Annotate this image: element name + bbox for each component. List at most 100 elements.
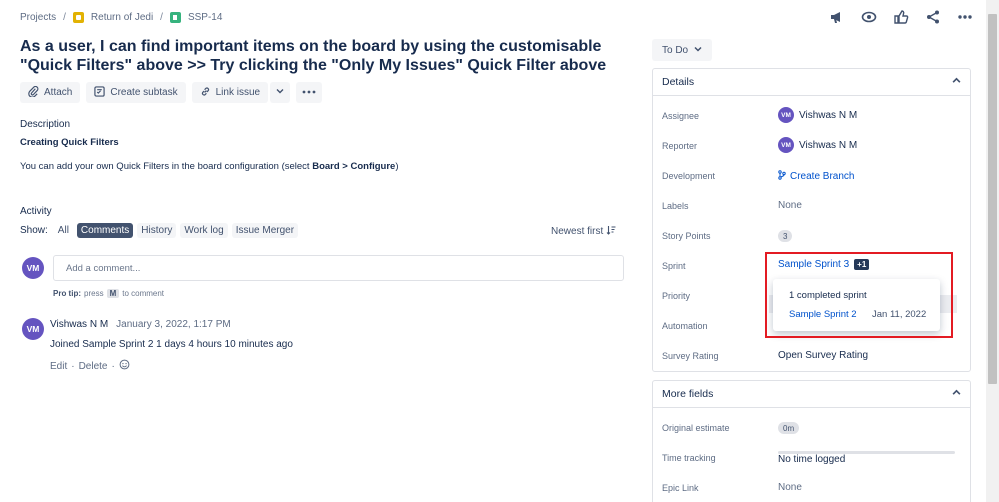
annotation-highlight-box bbox=[765, 252, 953, 338]
sort-descending-icon bbox=[606, 225, 616, 238]
description-text-suffix: ) bbox=[395, 161, 399, 172]
chevron-down-icon bbox=[276, 87, 284, 98]
link-issue-dropdown[interactable] bbox=[270, 82, 291, 103]
description-heading: Creating Quick Filters bbox=[20, 137, 119, 148]
more-fields-title: More fields bbox=[662, 388, 714, 400]
reporter-value[interactable]: VM Vishwas N M bbox=[778, 137, 857, 153]
scrollbar-thumb[interactable] bbox=[988, 14, 997, 384]
details-title: Details bbox=[662, 76, 695, 88]
separator-dot: · bbox=[71, 360, 75, 372]
epic-link-label: Epic Link bbox=[662, 483, 699, 493]
add-comment-input[interactable]: Add a comment... bbox=[53, 255, 624, 281]
share-icon[interactable] bbox=[925, 9, 941, 25]
assignee-value[interactable]: VM Vishwas N M bbox=[778, 107, 857, 123]
details-panel-header[interactable]: Details bbox=[653, 69, 970, 96]
description-label: Description bbox=[20, 119, 71, 130]
branch-icon bbox=[778, 170, 786, 183]
pro-tip: Pro tip: press M to comment bbox=[53, 289, 164, 298]
create-subtask-label: Create subtask bbox=[110, 87, 178, 98]
reporter-name: Vishwas N M bbox=[799, 139, 858, 151]
attach-button[interactable]: Attach bbox=[20, 82, 81, 103]
reaction-emoji-icon[interactable] bbox=[119, 359, 130, 373]
entry-body: Joined Sample Sprint 2 1 days 4 hours 10… bbox=[50, 339, 293, 350]
project-avatar-icon bbox=[72, 12, 84, 23]
activity-show-label: Show: bbox=[20, 225, 48, 236]
issue-actions bbox=[829, 9, 973, 25]
status-label: To Do bbox=[662, 44, 689, 56]
pro-tip-suffix: to comment bbox=[122, 289, 165, 298]
separator-dot: · bbox=[111, 360, 115, 372]
avatar: VM bbox=[22, 257, 44, 279]
watch-eye-icon[interactable] bbox=[861, 9, 877, 25]
megaphone-icon[interactable] bbox=[829, 9, 845, 25]
assignee-name: Vishwas N M bbox=[799, 109, 858, 121]
time-tracking-value[interactable]: No time logged bbox=[778, 454, 845, 465]
story-points-value[interactable]: 3 bbox=[778, 230, 793, 242]
sort-order-label: Newest first bbox=[551, 226, 604, 237]
activity-tab-history[interactable]: History bbox=[137, 223, 177, 238]
avatar: VM bbox=[778, 107, 794, 123]
breadcrumb-issue-key[interactable]: SSP-14 bbox=[188, 12, 222, 23]
activity-tab-comments[interactable]: Comments bbox=[76, 223, 134, 238]
breadcrumb: Projects / Return of Jedi / SSP-14 bbox=[20, 12, 222, 23]
original-estimate-badge: 0m bbox=[778, 422, 800, 434]
thumbs-up-icon[interactable] bbox=[893, 9, 909, 25]
pro-tip-press: press bbox=[84, 289, 104, 298]
time-tracking-label: Time tracking bbox=[662, 453, 716, 463]
link-issue-button[interactable]: Link issue bbox=[191, 82, 269, 103]
description-board: Board bbox=[312, 161, 340, 172]
breadcrumb-separator: / bbox=[160, 12, 163, 23]
link-issue-label: Link issue bbox=[215, 87, 261, 98]
breadcrumb-separator: / bbox=[63, 12, 66, 23]
avatar: VM bbox=[22, 318, 44, 340]
pro-tip-key: M bbox=[106, 289, 120, 298]
description-text[interactable]: You can add your own Quick Filters in th… bbox=[20, 161, 399, 172]
original-estimate-value[interactable]: 0m bbox=[778, 422, 800, 434]
activity-label: Activity bbox=[20, 206, 52, 217]
subtask-icon bbox=[94, 85, 106, 100]
activity-entry-header: Vishwas N M January 3, 2022, 1:17 PM bbox=[50, 319, 231, 330]
entry-timestamp: January 3, 2022, 1:17 PM bbox=[116, 319, 231, 330]
paperclip-icon bbox=[28, 85, 39, 100]
description-arrow: > bbox=[339, 161, 351, 172]
priority-label: Priority bbox=[662, 291, 691, 301]
edit-link[interactable]: Edit bbox=[50, 361, 67, 372]
status-dropdown-button[interactable]: To Do bbox=[652, 39, 713, 61]
labels-value[interactable]: None bbox=[778, 200, 802, 211]
sort-order-toggle[interactable]: Newest first bbox=[551, 225, 616, 238]
labels-label: Labels bbox=[662, 201, 689, 211]
activity-filter-row: Show: All Comments History Work log Issu… bbox=[20, 223, 299, 238]
create-subtask-button[interactable]: Create subtask bbox=[86, 82, 186, 103]
ellipsis-icon bbox=[302, 87, 316, 98]
create-branch-link[interactable]: Create Branch bbox=[778, 170, 854, 183]
link-icon bbox=[200, 86, 211, 100]
description-text-prefix: You can add your own Quick Filters in th… bbox=[20, 161, 313, 172]
more-fields-header[interactable]: More fields bbox=[653, 381, 970, 408]
chevron-down-icon bbox=[694, 45, 702, 56]
story-points-label: Story Points bbox=[662, 231, 711, 241]
automation-label: Automation bbox=[662, 321, 708, 331]
sprint-label: Sprint bbox=[662, 261, 686, 271]
more-fields-panel: More fields Original estimate 0m Time tr… bbox=[652, 380, 971, 502]
pro-tip-label: Pro tip: bbox=[53, 289, 81, 298]
activity-tab-all[interactable]: All bbox=[54, 223, 73, 238]
story-points-badge: 3 bbox=[778, 230, 793, 242]
entry-author[interactable]: Vishwas N M bbox=[50, 319, 108, 330]
more-actions-button[interactable] bbox=[296, 82, 323, 103]
survey-rating-link[interactable]: Open Survey Rating bbox=[778, 350, 868, 361]
issue-toolbar: Attach Create subtask Link issue bbox=[20, 82, 323, 103]
breadcrumb-projects[interactable]: Projects bbox=[20, 12, 56, 23]
issue-title[interactable]: As a user, I can find important items on… bbox=[20, 37, 620, 75]
link-issue-group: Link issue bbox=[191, 82, 291, 103]
activity-tab-issue-merger[interactable]: Issue Merger bbox=[231, 223, 299, 238]
more-options-icon[interactable] bbox=[957, 9, 973, 25]
entry-actions: Edit · Delete · bbox=[50, 359, 130, 373]
original-estimate-label: Original estimate bbox=[662, 423, 730, 433]
epic-link-value[interactable]: None bbox=[778, 482, 802, 493]
story-type-icon bbox=[169, 12, 181, 23]
survey-rating-label: Survey Rating bbox=[662, 351, 719, 361]
activity-tab-work-log[interactable]: Work log bbox=[180, 223, 228, 238]
delete-link[interactable]: Delete bbox=[79, 361, 108, 372]
breadcrumb-project[interactable]: Return of Jedi bbox=[91, 12, 153, 23]
description-configure: Configure bbox=[350, 161, 396, 172]
